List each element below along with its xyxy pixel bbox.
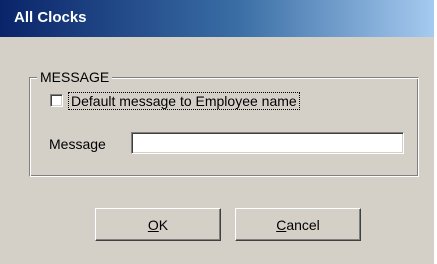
window-title: All Clocks <box>14 9 87 26</box>
default-message-checkbox[interactable] <box>50 94 63 107</box>
ok-button[interactable]: OK <box>95 208 221 241</box>
message-groupbox: MESSAGE Default message to Employee name… <box>29 68 419 177</box>
default-message-checkbox-label[interactable]: Default message to Employee name <box>68 92 300 110</box>
dialog-body: MESSAGE Default message to Employee name… <box>0 37 434 264</box>
ok-button-label: OK <box>148 217 168 233</box>
ok-accelerator: O <box>147 216 159 233</box>
ok-label-rest: K <box>158 216 169 233</box>
message-group-label: MESSAGE <box>37 68 113 86</box>
cancel-button[interactable]: Cancel <box>235 208 361 241</box>
cancel-label-rest: ancel <box>286 216 320 233</box>
title-bar[interactable]: All Clocks <box>0 0 434 37</box>
cancel-accelerator: C <box>276 216 287 233</box>
all-clocks-dialog: All Clocks MESSAGE Default message to Em… <box>0 0 437 264</box>
cancel-button-label: Cancel <box>276 217 320 233</box>
message-input[interactable] <box>131 132 404 154</box>
message-label: Message <box>49 136 106 152</box>
